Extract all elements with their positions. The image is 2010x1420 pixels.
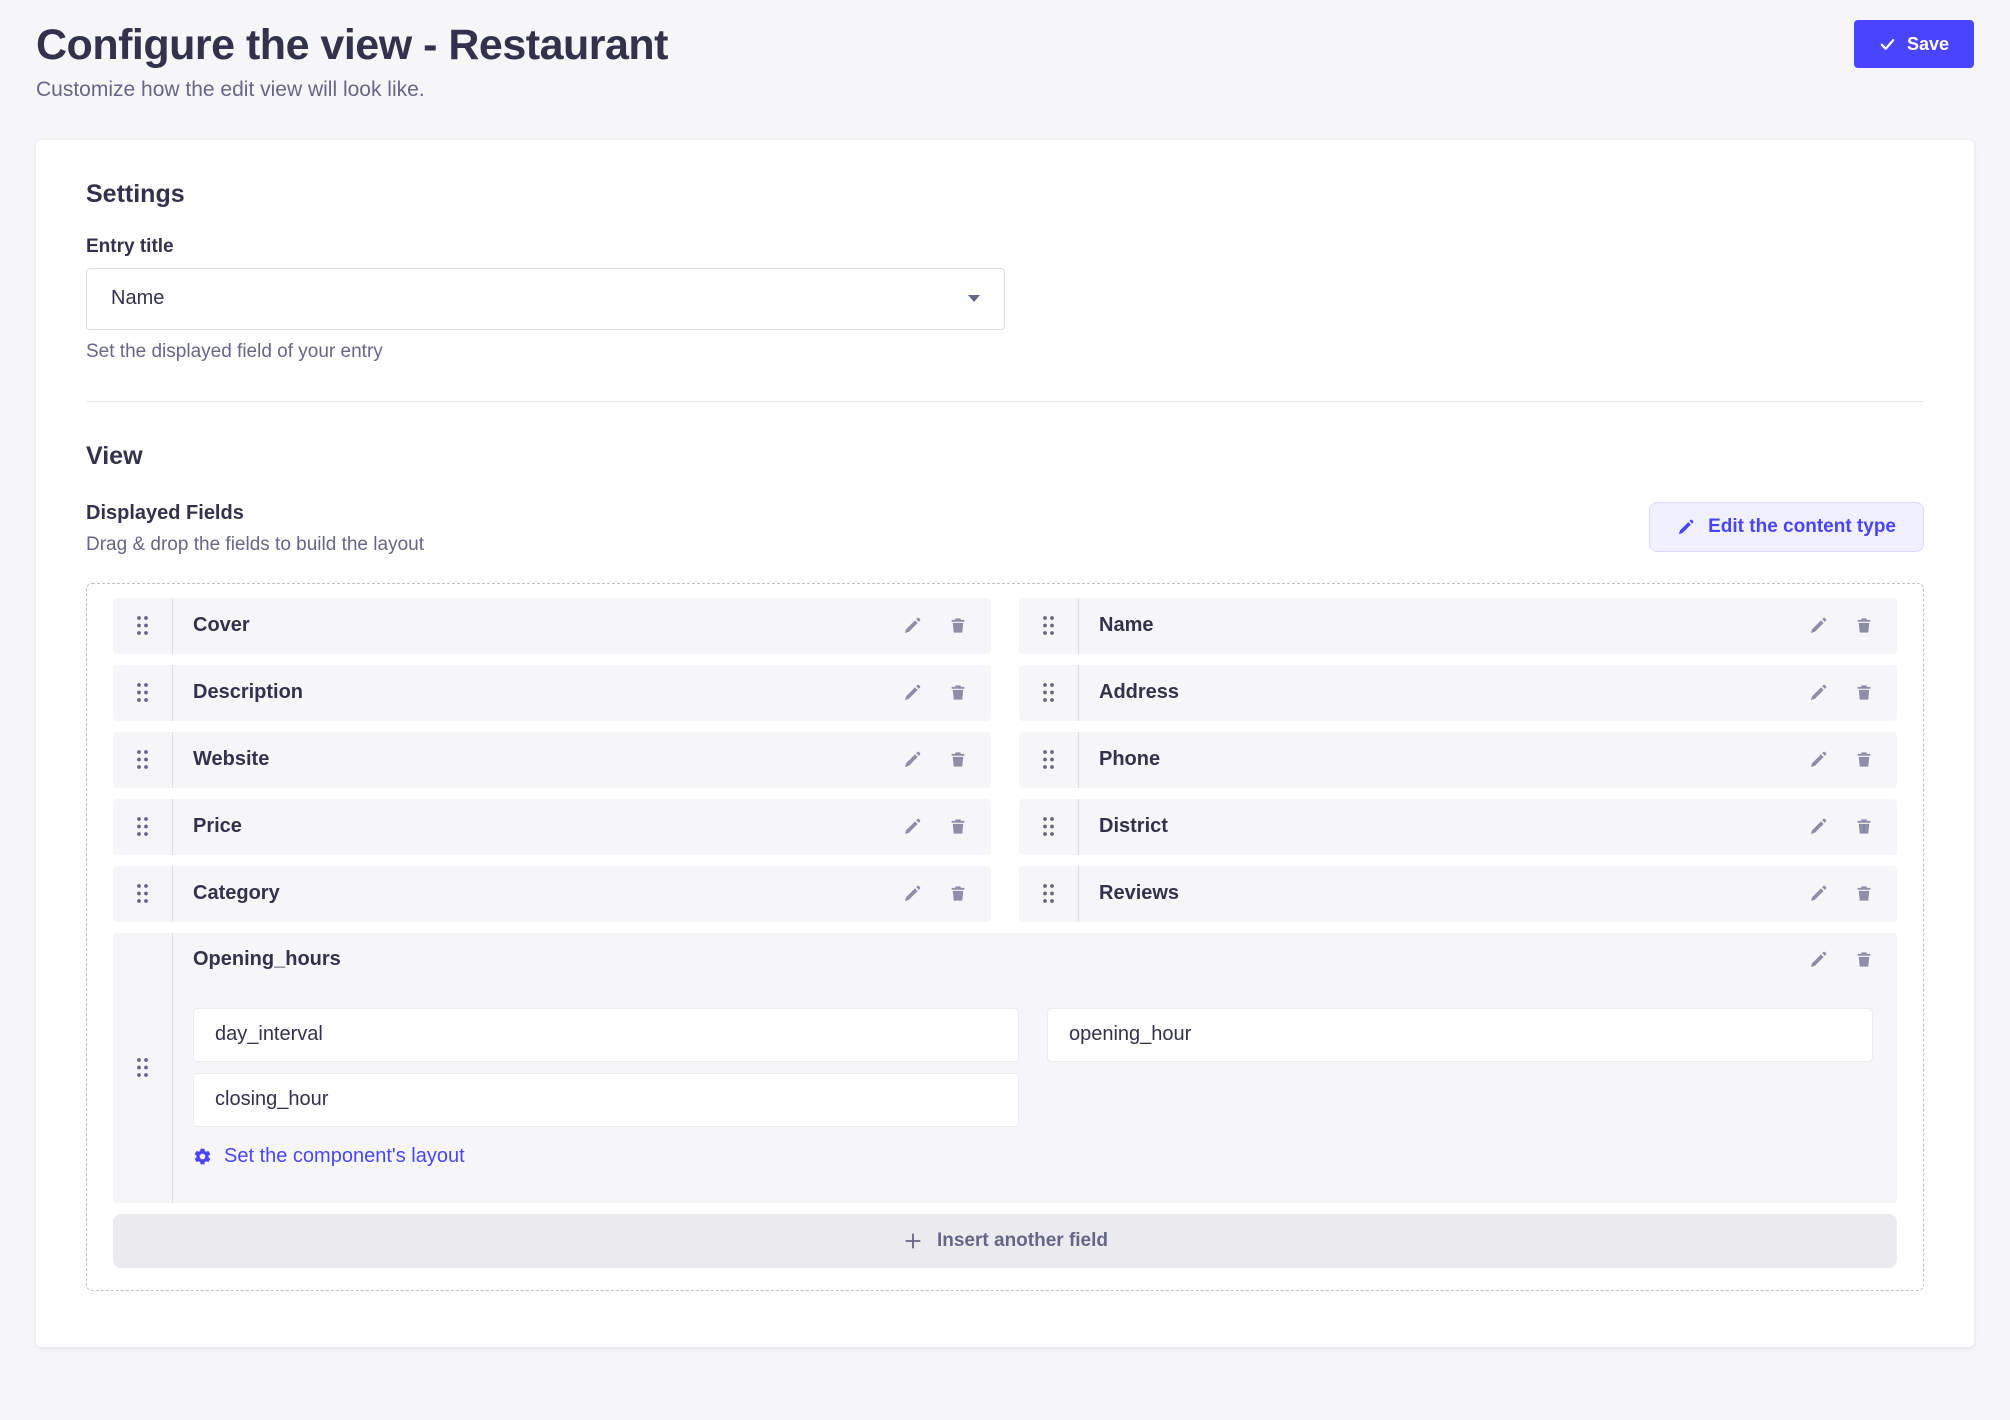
field-label: Phone	[1079, 748, 1809, 771]
trash-icon[interactable]	[1855, 950, 1873, 969]
view-heading: View	[86, 442, 1924, 471]
entry-title-select[interactable]: Name	[86, 268, 1005, 330]
pencil-icon[interactable]	[1809, 817, 1828, 836]
component-head: Opening_hours	[193, 948, 1873, 971]
pencil-icon[interactable]	[903, 616, 922, 635]
displayed-fields-header: Displayed Fields Drag & drop the fields …	[86, 502, 1924, 556]
insert-another-field-button[interactable]: Insert another field	[113, 1214, 1897, 1268]
field-row-description[interactable]: Description	[113, 665, 991, 721]
gear-icon	[193, 1147, 212, 1166]
pencil-icon[interactable]	[1809, 683, 1828, 702]
drag-handle-icon[interactable]	[113, 598, 173, 654]
set-component-layout-label: Set the component's layout	[224, 1145, 465, 1168]
subfield-day-interval: day_interval	[193, 1008, 1019, 1062]
subfield-label: opening_hour	[1069, 1023, 1191, 1046]
pencil-icon	[1677, 518, 1695, 536]
save-button[interactable]: Save	[1854, 20, 1974, 68]
trash-icon[interactable]	[1855, 616, 1873, 635]
pencil-icon[interactable]	[1809, 884, 1828, 903]
field-row-website[interactable]: Website	[113, 732, 991, 788]
component-subfields: day_interval opening_hour closing_hour	[193, 1008, 1873, 1127]
trash-icon[interactable]	[1855, 750, 1873, 769]
pencil-icon[interactable]	[903, 683, 922, 702]
trash-icon[interactable]	[949, 750, 967, 769]
drag-handle-icon[interactable]	[113, 933, 173, 1203]
entry-title-hint: Set the displayed field of your entry	[86, 341, 1924, 363]
page-subtitle: Customize how the edit view will look li…	[36, 78, 668, 102]
component-name: Opening_hours	[193, 948, 341, 971]
subfield-closing-hour: closing_hour	[193, 1073, 1019, 1127]
pencil-icon[interactable]	[903, 817, 922, 836]
field-row-address[interactable]: Address	[1019, 665, 1897, 721]
trash-icon[interactable]	[949, 817, 967, 836]
pencil-icon[interactable]	[903, 884, 922, 903]
field-label: Price	[173, 815, 903, 838]
plus-icon	[902, 1230, 924, 1252]
field-row-phone[interactable]: Phone	[1019, 732, 1897, 788]
edit-content-type-label: Edit the content type	[1708, 516, 1896, 538]
pencil-icon[interactable]	[903, 750, 922, 769]
drag-handle-icon[interactable]	[1019, 799, 1079, 855]
field-row-cover[interactable]: Cover	[113, 598, 991, 654]
trash-icon[interactable]	[949, 683, 967, 702]
drag-handle-icon[interactable]	[1019, 732, 1079, 788]
entry-title-label: Entry title	[86, 236, 1924, 258]
pencil-icon[interactable]	[1809, 950, 1828, 969]
chevron-down-icon	[968, 295, 980, 302]
page-header-text: Configure the view - Restaurant Customiz…	[36, 20, 668, 102]
field-label: Website	[173, 748, 903, 771]
check-icon	[1879, 36, 1896, 53]
trash-icon[interactable]	[949, 884, 967, 903]
displayed-fields-text: Displayed Fields Drag & drop the fields …	[86, 502, 424, 556]
pencil-icon[interactable]	[1809, 750, 1828, 769]
section-divider	[86, 401, 1924, 402]
save-button-label: Save	[1907, 34, 1949, 55]
drag-handle-icon[interactable]	[113, 799, 173, 855]
field-row-price[interactable]: Price	[113, 799, 991, 855]
configure-view-card: Settings Entry title Name Set the displa…	[36, 140, 1974, 1347]
field-label: Category	[173, 882, 903, 905]
displayed-fields-title: Displayed Fields	[86, 502, 424, 525]
page-header: Configure the view - Restaurant Customiz…	[0, 0, 2010, 102]
insert-another-field-label: Insert another field	[937, 1230, 1108, 1252]
drag-handle-icon[interactable]	[113, 866, 173, 922]
drag-handle-icon[interactable]	[1019, 866, 1079, 922]
component-content: Opening_hours day_interval opening_hour	[173, 933, 1897, 1203]
field-row-category[interactable]: Category	[113, 866, 991, 922]
field-label: Description	[173, 681, 903, 704]
field-row-reviews[interactable]: Reviews	[1019, 866, 1897, 922]
page-title: Configure the view - Restaurant	[36, 20, 668, 72]
trash-icon[interactable]	[1855, 683, 1873, 702]
fields-dropzone: Cover Name	[86, 583, 1924, 1291]
edit-content-type-button[interactable]: Edit the content type	[1649, 502, 1924, 552]
subfield-label: day_interval	[215, 1023, 323, 1046]
field-row-name[interactable]: Name	[1019, 598, 1897, 654]
drag-handle-icon[interactable]	[1019, 665, 1079, 721]
field-label: District	[1079, 815, 1809, 838]
trash-icon[interactable]	[949, 616, 967, 635]
field-label: Address	[1079, 681, 1809, 704]
fields-grid: Cover Name	[113, 598, 1897, 1268]
component-row-opening-hours[interactable]: Opening_hours day_interval opening_hour	[113, 933, 1897, 1203]
settings-heading: Settings	[86, 180, 1924, 209]
field-row-district[interactable]: District	[1019, 799, 1897, 855]
trash-icon[interactable]	[1855, 884, 1873, 903]
set-component-layout-link[interactable]: Set the component's layout	[193, 1145, 465, 1168]
displayed-fields-subtitle: Drag & drop the fields to build the layo…	[86, 534, 424, 556]
drag-handle-icon[interactable]	[113, 732, 173, 788]
entry-title-select-value: Name	[111, 287, 164, 310]
subfield-opening-hour: opening_hour	[1047, 1008, 1873, 1062]
drag-handle-icon[interactable]	[113, 665, 173, 721]
subfield-label: closing_hour	[215, 1088, 328, 1111]
trash-icon[interactable]	[1855, 817, 1873, 836]
field-label: Name	[1079, 614, 1809, 637]
field-label: Reviews	[1079, 882, 1809, 905]
drag-handle-icon[interactable]	[1019, 598, 1079, 654]
field-label: Cover	[173, 614, 903, 637]
pencil-icon[interactable]	[1809, 616, 1828, 635]
